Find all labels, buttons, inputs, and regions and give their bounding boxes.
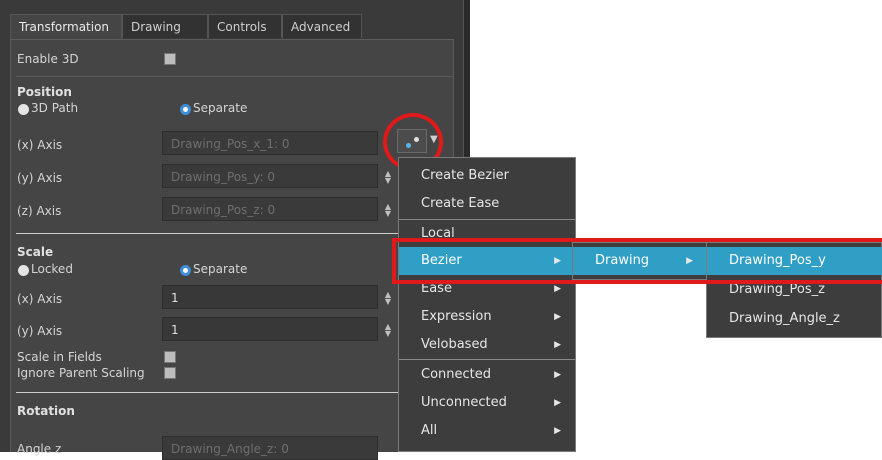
- tab-drawing[interactable]: Drawing: [122, 14, 208, 38]
- position-separate-radio[interactable]: [180, 104, 191, 115]
- spin-arrows-icon[interactable]: ▲ ▼: [384, 203, 392, 218]
- scale-header: Scale: [17, 245, 54, 259]
- function-context-menu: Create Bezier Create Ease Local Bezier ▶…: [398, 157, 576, 452]
- submenu-arrow-icon: ▶: [554, 398, 561, 408]
- spin-arrows-icon[interactable]: ▲ ▼: [384, 170, 392, 185]
- scale-separate-radio[interactable]: [180, 265, 191, 276]
- menu-item-connected[interactable]: Connected ▶: [399, 361, 575, 389]
- menu-separator: [399, 359, 575, 360]
- rotation-header: Rotation: [17, 404, 75, 418]
- submenu-arrow-icon: ▶: [554, 340, 561, 350]
- ignore-parent-scaling-checkbox[interactable]: [164, 367, 176, 379]
- position-separate-label: Separate: [193, 101, 248, 115]
- scale-x-label: (x) Axis: [17, 292, 63, 306]
- menu-item-expression-label: Expression: [421, 309, 492, 324]
- position-z-label: (z) Axis: [17, 204, 62, 218]
- 3d-path-radio[interactable]: [18, 104, 29, 115]
- scale-y-label: (y) Axis: [17, 324, 63, 338]
- divider: [16, 76, 454, 77]
- menu-item-create-bezier[interactable]: Create Bezier: [399, 162, 575, 190]
- spin-arrows-icon[interactable]: ▲ ▼: [384, 323, 392, 338]
- ignore-parent-scaling-label: Ignore Parent Scaling: [17, 366, 145, 380]
- menu-item-connected-label: Connected: [421, 367, 492, 382]
- tab-controls[interactable]: Controls: [208, 14, 282, 38]
- scale-y-field[interactable]: 1: [162, 317, 378, 341]
- enable-3d-checkbox[interactable]: [164, 53, 176, 65]
- tab-transformation[interactable]: Transformation: [10, 14, 122, 40]
- annotation-rectangle: [392, 238, 882, 284]
- scale-in-fields-label: Scale in Fields: [17, 350, 102, 364]
- menu-item-expression[interactable]: Expression ▶: [399, 303, 575, 331]
- 3d-path-label: 3D Path: [31, 101, 79, 115]
- menu-item-velobased-label: Velobased: [421, 337, 488, 352]
- submenu-arrow-icon: ▶: [554, 370, 561, 380]
- scale-separate-label: Separate: [193, 262, 248, 276]
- position-x-label: (x) Axis: [17, 138, 63, 152]
- angle-z-field[interactable]: Drawing_Angle_z: 0: [162, 436, 378, 460]
- submenu-arrow-icon: ▶: [554, 426, 561, 436]
- divider: [16, 392, 400, 393]
- scale-locked-label: Locked: [31, 262, 73, 276]
- menu-item-drawing-angle-z[interactable]: Drawing_Angle_z: [707, 305, 882, 333]
- menu-item-unconnected-label: Unconnected: [421, 395, 507, 410]
- enable-3d-label: Enable 3D: [17, 52, 79, 66]
- position-z-field[interactable]: Drawing_Pos_z: 0: [162, 197, 378, 221]
- scale-locked-radio[interactable]: [18, 265, 29, 276]
- menu-item-all[interactable]: All ▶: [399, 417, 575, 445]
- angle-z-label: Angle z: [17, 442, 62, 456]
- position-header: Position: [17, 85, 72, 99]
- spin-arrows-icon[interactable]: ▲ ▼: [384, 291, 392, 306]
- position-y-label: (y) Axis: [17, 171, 63, 185]
- menu-item-unconnected[interactable]: Unconnected ▶: [399, 389, 575, 417]
- divider: [16, 233, 400, 234]
- scale-x-field[interactable]: 1: [162, 285, 378, 309]
- tab-advanced[interactable]: Advanced: [282, 14, 362, 38]
- position-y-field[interactable]: Drawing_Pos_y: 0: [162, 164, 378, 188]
- menu-item-all-label: All: [421, 423, 438, 438]
- menu-item-create-ease[interactable]: Create Ease: [399, 190, 575, 218]
- position-x-field[interactable]: Drawing_Pos_x_1: 0: [162, 131, 378, 155]
- menu-item-velobased[interactable]: Velobased ▶: [399, 331, 575, 359]
- submenu-arrow-icon: ▶: [554, 312, 561, 322]
- scale-in-fields-checkbox[interactable]: [164, 351, 176, 363]
